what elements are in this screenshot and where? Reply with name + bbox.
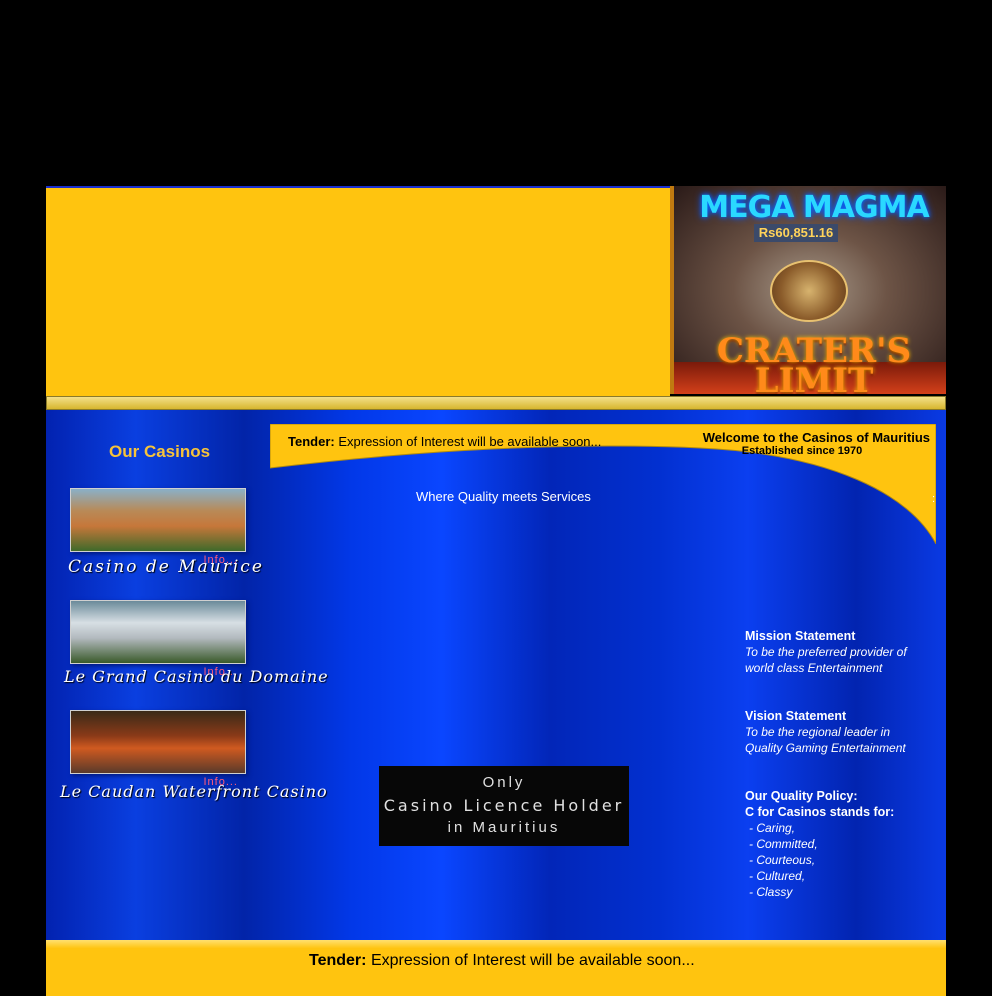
- mission-text: world class Entertainment: [745, 661, 883, 675]
- policy-subtitle: C for Casinos stands for:: [745, 805, 895, 819]
- sidebar-title: Our Casinos: [109, 442, 211, 461]
- hero-title: MEGA MAGMA: [699, 190, 929, 225]
- welcome-block: Welcome to the Casinos of Mauritius Esta…: [654, 430, 930, 457]
- casino-card-domaine[interactable]: Info...: [70, 600, 246, 678]
- welcome-title: Welcome to the Casinos of Mauritius: [702, 430, 930, 445]
- footer-bar: Tender: Expression of Interest will be a…: [46, 940, 946, 996]
- casino-card-maurice[interactable]: Info...: [70, 488, 246, 566]
- vision-text: Quality Gaming Entertainment: [745, 741, 906, 755]
- tender-notice: Tender: Expression of Interest will be a…: [288, 434, 601, 449]
- pirate-emblem-icon: [770, 260, 848, 322]
- page-frame: MEGA MAGMA Rs60,851.16 CRATER'S LIMIT Ou…: [46, 186, 946, 996]
- casino-photo[interactable]: [70, 710, 246, 774]
- licence-badge: Only Casino Licence Holder in Mauritius: [379, 766, 629, 846]
- casino-card-caudan[interactable]: Info...: [70, 710, 246, 788]
- colon-mark: :: [932, 493, 936, 505]
- policy-item: - Caring,: [749, 821, 796, 835]
- statements-panel: Mission Statement To be the preferred pr…: [745, 628, 907, 900]
- policy-list: - Caring, - Committed, - Courteous, - Cu…: [745, 820, 907, 900]
- casino-name-domaine[interactable]: Le Grand Casino du Domaine: [64, 667, 329, 686]
- licence-line3: in Mauritius: [447, 819, 561, 836]
- gold-divider: [46, 396, 946, 410]
- mission-text: To be the preferred provider of: [745, 645, 907, 659]
- main-content: Our Casinos Info... Casino de Maurice In…: [46, 410, 946, 940]
- casino-name-caudan[interactable]: Le Caudan Waterfront Casino: [60, 782, 328, 801]
- licence-line2: Casino Licence Holder: [383, 796, 625, 815]
- tagline: Where Quality meets Services: [416, 489, 591, 504]
- policy-item: - Committed,: [749, 837, 818, 851]
- casino-name-maurice[interactable]: Casino de Maurice: [68, 557, 264, 577]
- footer-tender: Tender: Expression of Interest will be a…: [309, 952, 695, 970]
- vision-text: To be the regional leader in: [745, 725, 890, 739]
- policy-title: Our Quality Policy:: [745, 789, 858, 803]
- tender-label: Tender:: [288, 434, 335, 449]
- jackpot-amount: Rs60,851.16: [754, 224, 838, 242]
- policy-item: - Courteous,: [749, 853, 816, 867]
- header-banner: [46, 186, 670, 396]
- licence-line1: Only: [482, 774, 526, 791]
- vision-title: Vision Statement: [745, 709, 847, 723]
- casino-photo[interactable]: [70, 600, 246, 664]
- established-text: Established since 1970: [741, 445, 863, 457]
- policy-item: - Classy: [749, 885, 793, 899]
- hero-jackpot-image[interactable]: MEGA MAGMA Rs60,851.16 CRATER'S LIMIT: [670, 186, 946, 394]
- hero-subtitle: CRATER'S LIMIT: [716, 331, 912, 394]
- footer-tender-text: Expression of Interest will be available…: [370, 952, 695, 969]
- footer-tender-label: Tender:: [309, 952, 367, 969]
- casino-photo[interactable]: [70, 488, 246, 552]
- policy-item: - Cultured,: [749, 869, 806, 883]
- mission-title: Mission Statement: [745, 629, 856, 643]
- tender-text: Expression of Interest will be available…: [338, 434, 602, 449]
